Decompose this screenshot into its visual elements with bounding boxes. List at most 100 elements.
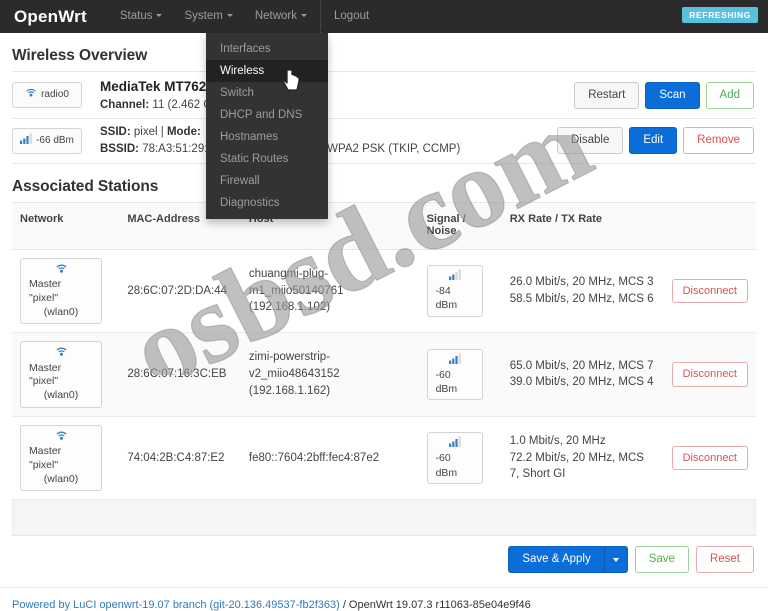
host-name: fe80::7604:2bff:fec4:87e2: [248, 451, 380, 464]
disconnect-button[interactable]: Disconnect: [671, 445, 748, 471]
save-button[interactable]: Save: [634, 546, 689, 574]
table-row: Master "pixel" (wlan0) 28:6C:07:2D:DA:44…: [12, 249, 756, 334]
ssid-value: pixel: [133, 126, 158, 139]
radio-badge[interactable]: radio0: [12, 82, 82, 109]
wifi-icon: [25, 87, 37, 103]
nav-item-network-label: Network: [254, 10, 298, 22]
mode-label: Mode:: [166, 126, 201, 139]
bssid-label: BSSID:: [100, 142, 139, 155]
luci-version-link[interactable]: Powered by LuCI openwrt-19.07 branch (gi…: [12, 599, 340, 611]
wireless-overview-panel: radio0 MediaTek MT762 Channel: 11 (2.462…: [12, 71, 756, 164]
interface-actions: Disable Edit Remove: [556, 127, 756, 155]
network-mode-label: Master "pixel": [29, 445, 62, 471]
radio-badge-label: radio0: [41, 88, 69, 100]
table-row: Master "pixel" (wlan0) 74:04:2B:C4:87:E2…: [12, 416, 756, 501]
nav-item-logout-label: Logout: [334, 10, 370, 22]
cell-rates: 1.0 Mbit/s, 20 MHz 72.2 Mbit/s, 20 MHz, …: [501, 416, 664, 501]
signal-value: -84 dBm: [435, 285, 458, 312]
chevron-down-icon: [226, 14, 233, 18]
disconnect-button[interactable]: Disconnect: [671, 362, 748, 387]
cell-mac: 28:6C:07:16:3C:EB: [119, 332, 241, 417]
wifi-icon: [55, 430, 68, 446]
dropdown-item-firewall[interactable]: Firewall: [206, 170, 328, 192]
dropdown-item-diagnostics[interactable]: Diagnostics: [206, 192, 328, 214]
ssid-label: SSID:: [100, 126, 131, 139]
form-actions-bar: Save & Apply Save Reset: [12, 536, 756, 574]
cell-network: Master "pixel" (wlan0): [12, 249, 120, 334]
cell-rates: 65.0 Mbit/s, 20 MHz, MCS 7 39.0 Mbit/s, …: [501, 332, 664, 417]
radio-info: MediaTek MT762 Channel: 11 (2.462 G: [100, 77, 574, 113]
disable-button[interactable]: Disable: [556, 127, 624, 155]
radio-channel-value: 11 (2.462 G: [152, 98, 213, 111]
bssid-value: 78:A3:51:29:: [142, 142, 208, 155]
nav-item-logout[interactable]: Logout: [323, 0, 380, 33]
network-badge[interactable]: Master "pixel" (wlan0): [20, 257, 102, 325]
signal-value: -60 dBm: [435, 452, 458, 479]
wireless-interface-row: -66 dBm SSID: pixel | Mode: BSSID: 78:A3…: [12, 119, 756, 164]
reset-button[interactable]: Reset: [695, 546, 754, 574]
signal-bars-icon: [448, 269, 461, 284]
chevron-down-icon: [156, 14, 163, 18]
associated-stations-table: Network MAC-Address Host Signal / Noise …: [12, 201, 756, 501]
table-header-row: Network MAC-Address Host Signal / Noise …: [12, 201, 756, 250]
signal-bars-icon: [448, 353, 461, 368]
signal-badge[interactable]: -60 dBm: [426, 348, 483, 401]
network-iface-label: (wlan0): [43, 472, 79, 485]
nav-item-system[interactable]: System: [173, 0, 243, 33]
network-mode-label: Master "pixel": [29, 278, 62, 304]
dropdown-item-dhcp-and-dns[interactable]: DHCP and DNS: [206, 104, 328, 126]
save-and-apply-button[interactable]: Save & Apply: [508, 546, 605, 574]
cell-signal: -60 dBm: [418, 332, 502, 417]
table-header: Network MAC-Address Host Signal / Noise …: [12, 201, 756, 250]
signal-badge[interactable]: -84 dBm: [426, 265, 483, 317]
save-apply-split-button: Save & Apply: [508, 546, 628, 574]
dropdown-item-switch[interactable]: Switch: [206, 82, 328, 104]
radio-channel-line: Channel: 11 (2.462 G: [100, 97, 574, 114]
restart-button[interactable]: Restart: [574, 81, 640, 109]
brand-logo[interactable]: OpenWrt: [10, 7, 87, 27]
cell-host: fe80::7604:2bff:fec4:87e2: [240, 416, 419, 501]
nav-item-status-label: Status: [119, 10, 153, 22]
scan-button[interactable]: Scan: [645, 81, 700, 109]
chevron-down-icon: [301, 14, 308, 18]
cell-host: chuangmi-plug-m1_miio50140761 (192.168.1…: [240, 249, 419, 334]
cell-actions: Disconnect: [663, 332, 756, 417]
main-content: Wireless Overview radio0 MediaTek MT762 …: [0, 47, 768, 574]
top-navbar: OpenWrt Status System Network Logout REF…: [0, 0, 768, 33]
radio-device-name: MediaTek MT762: [100, 79, 207, 94]
cell-mac: 74:04:2B:C4:87:E2: [119, 416, 241, 501]
dropdown-item-wireless[interactable]: Wireless: [206, 60, 328, 82]
dropdown-item-interfaces[interactable]: Interfaces: [206, 38, 328, 60]
dropdown-item-hostnames[interactable]: Hostnames: [206, 126, 328, 148]
signal-value: -60 dBm: [435, 368, 458, 395]
network-badge[interactable]: Master "pixel" (wlan0): [20, 341, 102, 408]
add-button[interactable]: Add: [705, 81, 754, 109]
ssid-separator: |: [160, 126, 164, 139]
signal-bars-icon: [448, 436, 461, 451]
column-header-signal: Signal / Noise: [418, 201, 502, 250]
disconnect-button[interactable]: Disconnect: [671, 278, 748, 303]
dropdown-item-static-routes[interactable]: Static Routes: [206, 148, 328, 170]
cell-host: zimi-powerstrip-v2_miio48643152 (192.168…: [240, 332, 419, 417]
cell-rates: 26.0 Mbit/s, 20 MHz, MCS 3 58.5 Mbit/s, …: [501, 249, 664, 334]
table-body: Master "pixel" (wlan0) 28:6C:07:2D:DA:44…: [12, 249, 756, 501]
remove-button[interactable]: Remove: [683, 127, 754, 155]
cell-network: Master "pixel" (wlan0): [12, 416, 120, 501]
network-iface-label: (wlan0): [43, 305, 79, 318]
openwrt-version-text: / OpenWrt 19.07.3 r11063-85e04e9f46: [339, 599, 531, 611]
edit-button[interactable]: Edit: [629, 127, 678, 155]
signal-badge[interactable]: -66 dBm: [12, 127, 82, 154]
wifi-icon: [55, 346, 68, 362]
column-header-rate: RX Rate / TX Rate: [501, 201, 664, 250]
rx-rate: 65.0 Mbit/s, 20 MHz, MCS 7: [509, 359, 654, 372]
save-apply-dropdown-toggle[interactable]: [604, 546, 628, 574]
signal-badge[interactable]: -60 dBm: [426, 432, 483, 484]
nav-item-status[interactable]: Status: [109, 0, 174, 33]
cell-signal: -60 dBm: [418, 416, 502, 501]
status-badge[interactable]: REFRESHING: [682, 7, 758, 23]
nav-item-network[interactable]: Network: [244, 0, 318, 33]
cell-mac: 28:6C:07:2D:DA:44: [119, 249, 241, 334]
stations-title: Associated Stations: [12, 177, 159, 195]
network-badge[interactable]: Master "pixel" (wlan0): [20, 424, 102, 492]
signal-bars-icon: [20, 133, 32, 149]
